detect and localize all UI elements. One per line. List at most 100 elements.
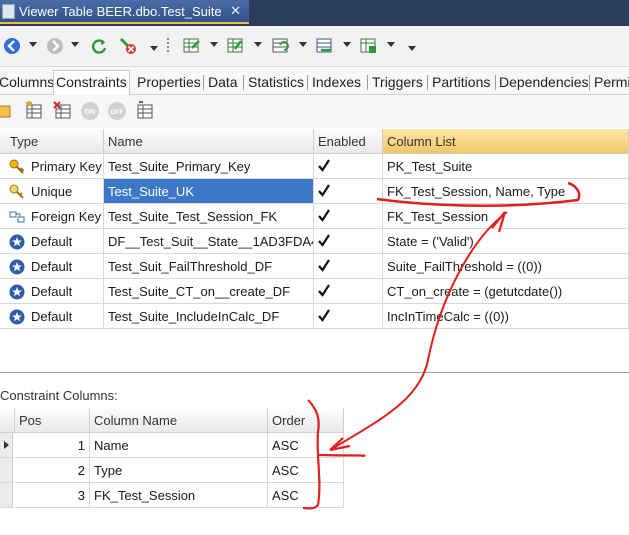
tab-permissions[interactable]: Permi <box>592 71 629 93</box>
column-header-column-list[interactable]: Column List <box>383 129 629 154</box>
tab-separator <box>589 75 590 90</box>
close-icon[interactable]: ✕ <box>230 3 241 19</box>
column-header-pos[interactable]: Pos <box>15 408 90 433</box>
compare-icon[interactable] <box>270 36 292 56</box>
constraint-column-list-cell[interactable]: PK_Test_Suite <box>383 154 629 179</box>
enabled-checkbox[interactable] <box>318 183 330 199</box>
overflow-dropdown-icon[interactable] <box>408 46 416 51</box>
script-dropdown-icon[interactable] <box>343 42 351 47</box>
import-icon[interactable] <box>225 36 247 56</box>
row-indicator[interactable] <box>0 458 13 483</box>
constraint-row[interactable]: Foreign Key Test_Suite_Test_Session_FK FK_… <box>0 204 629 229</box>
column-name-cell[interactable]: FK_Test_Session <box>90 483 268 508</box>
delete-constraint-icon[interactable] <box>53 101 73 121</box>
row-indicator[interactable] <box>0 433 13 458</box>
constraint-columns-label: Constraint Columns: <box>0 388 118 403</box>
tab-separator <box>367 75 368 90</box>
default-star-icon <box>9 309 25 325</box>
column-header-order[interactable]: Order <box>268 408 344 433</box>
compare-dropdown-icon[interactable] <box>299 42 307 47</box>
constraint-name-cell[interactable]: Test_Suite_Test_Session_FK <box>104 204 314 229</box>
constraint-column-list-cell[interactable]: CT_on_create = (getutcdate()) <box>383 279 629 304</box>
tab-data[interactable]: Data <box>206 71 240 93</box>
cancel-icon[interactable] <box>117 36 139 56</box>
main-toolbar <box>0 26 629 67</box>
constraint-column-list-cell[interactable]: Suite_FailThreshold = ((0)) <box>383 254 629 279</box>
enable-on-label: ON <box>85 109 96 116</box>
constraint-row[interactable]: Primary Key Test_Suite_Primary_Key PK_Test… <box>0 154 629 179</box>
open-icon[interactable] <box>0 101 14 121</box>
schema-icon[interactable] <box>358 36 380 56</box>
column-header-enabled[interactable]: Enabled <box>314 129 383 154</box>
constraint-row[interactable]: Default Test_Suite_CT_on__create_DF CT_on_… <box>0 279 629 304</box>
constraint-row[interactable]: Unique Test_Suite_UK FK_Test_Session, Name… <box>0 179 629 204</box>
column-name-cell[interactable]: Type <box>90 458 268 483</box>
constraint-type: Primary Key <box>31 159 102 174</box>
constraint-name-cell[interactable]: Test_Suite_Primary_Key <box>104 154 314 179</box>
schema-dropdown-icon[interactable] <box>387 42 395 47</box>
constraint-column-list-cell[interactable]: IncInTimeCalc = ((0)) <box>383 304 629 329</box>
tab-partitions[interactable]: Partitions <box>430 71 492 93</box>
more-dropdown-icon[interactable] <box>150 46 158 51</box>
row-indicator[interactable] <box>0 483 13 508</box>
constraint-properties-icon[interactable] <box>135 101 155 121</box>
column-header-name[interactable]: Name <box>104 129 314 154</box>
constraint-row[interactable]: Default Test_Suit_FailThreshold_DF Suite_F… <box>0 254 629 279</box>
enable-on-icon[interactable]: ON <box>80 101 100 121</box>
column-header-column-name[interactable]: Column Name <box>90 408 268 433</box>
constraint-type: Unique <box>31 184 73 199</box>
constraint-name-cell[interactable]: DF__Test_Suit__State__1AD3FDA4 <box>104 229 314 254</box>
column-header-type[interactable]: Type <box>0 129 104 154</box>
enabled-checkbox[interactable] <box>318 208 330 224</box>
constraint-column-list-cell[interactable]: State = ('Valid') <box>383 229 629 254</box>
constraint-name-cell[interactable]: Test_Suite_UK <box>104 179 314 204</box>
pos-cell[interactable]: 2 <box>15 458 90 483</box>
constraint-row[interactable]: Default DF__Test_Suit__State__1AD3FDA4 Sta… <box>0 229 629 254</box>
forward-icon[interactable] <box>45 36 65 56</box>
primary-key-icon <box>9 159 25 174</box>
constraint-row[interactable]: Default Test_Suite_IncludeInCalc_DF IncInT… <box>0 304 629 329</box>
constraint-name-cell[interactable]: Test_Suite_CT_on__create_DF <box>104 279 314 304</box>
export-icon[interactable] <box>181 36 203 56</box>
enabled-checkbox[interactable] <box>318 158 330 174</box>
order-cell[interactable]: ASC <box>268 483 344 508</box>
enabled-checkbox[interactable] <box>318 283 330 299</box>
constraint-column-list-cell[interactable]: FK_Test_Session <box>383 204 629 229</box>
constraint-name-cell[interactable]: Test_Suit_FailThreshold_DF <box>104 254 314 279</box>
tab-triggers[interactable]: Triggers <box>370 71 425 93</box>
table-doc-icon <box>2 3 15 19</box>
refresh-icon[interactable] <box>89 36 109 56</box>
enabled-checkbox[interactable] <box>318 308 330 324</box>
tab-separator <box>307 75 308 90</box>
enabled-checkbox[interactable] <box>318 258 330 274</box>
row-indicator-header <box>0 408 15 433</box>
tab-dependencies[interactable]: Dependencies <box>497 71 591 93</box>
tab-constraints[interactable]: Constraints <box>53 70 130 95</box>
order-cell[interactable]: ASC <box>268 458 344 483</box>
order-cell[interactable]: ASC <box>268 433 344 458</box>
tab-properties[interactable]: Properties <box>135 71 203 93</box>
add-constraint-icon[interactable] <box>24 101 44 121</box>
import-dropdown-icon[interactable] <box>254 42 262 47</box>
pos-cell[interactable]: 3 <box>15 483 90 508</box>
script-icon[interactable] <box>314 36 336 56</box>
tab-columns[interactable]: Columns <box>0 71 56 93</box>
tab-separator <box>427 75 428 90</box>
enabled-checkbox[interactable] <box>318 233 330 249</box>
constraint-toolbar: ON OFF <box>0 95 629 128</box>
document-tab[interactable]: Viewer Table BEER.dbo.Test_Suite ✕ <box>0 0 249 24</box>
back-dropdown-icon[interactable] <box>29 42 37 47</box>
tab-separator <box>243 75 244 90</box>
constraint-column-list-cell[interactable]: FK_Test_Session, Name, Type <box>383 179 629 204</box>
export-dropdown-icon[interactable] <box>210 42 218 47</box>
back-icon[interactable] <box>2 36 22 56</box>
disable-off-icon[interactable]: OFF <box>107 101 127 121</box>
tab-statistics[interactable]: Statistics <box>246 71 306 93</box>
tab-indexes[interactable]: Indexes <box>310 71 363 93</box>
column-name-cell[interactable]: Name <box>90 433 268 458</box>
toolbar-separator <box>167 38 169 54</box>
constraint-name-cell[interactable]: Test_Suite_IncludeInCalc_DF <box>104 304 314 329</box>
forward-dropdown-icon[interactable] <box>71 42 79 47</box>
pos-cell[interactable]: 1 <box>15 433 90 458</box>
pane-splitter[interactable] <box>0 372 629 373</box>
